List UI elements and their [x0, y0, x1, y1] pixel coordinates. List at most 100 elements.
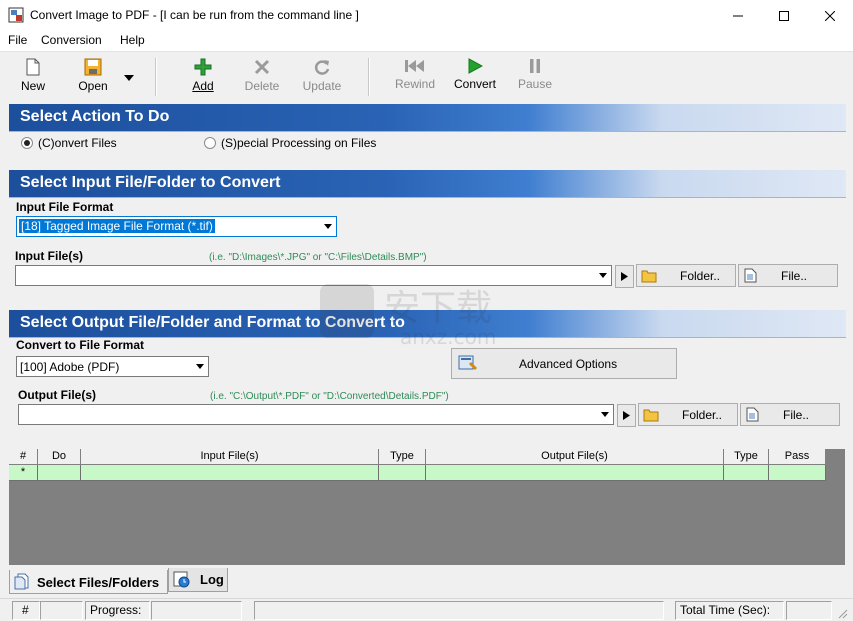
output-folder-button[interactable]: Folder.. — [638, 403, 738, 426]
toolbar-separator — [368, 58, 370, 96]
menu-conversion[interactable]: Conversion — [41, 33, 102, 47]
grid-cell[interactable] — [38, 465, 81, 481]
grid-header-output-type[interactable]: Type — [724, 449, 769, 465]
grid-cell[interactable] — [379, 465, 426, 481]
chevron-down-icon[interactable] — [192, 357, 208, 376]
input-browse-arrow-button[interactable] — [615, 265, 634, 288]
new-label: New — [20, 79, 45, 93]
chevron-down-icon[interactable] — [320, 217, 336, 236]
total-time-label: Total Time (Sec): — [680, 603, 771, 617]
delete-label: Delete — [244, 79, 280, 93]
files-icon — [14, 573, 29, 590]
close-button[interactable] — [807, 0, 853, 31]
grid-header-do[interactable]: Do — [38, 449, 81, 465]
open-icon — [84, 58, 102, 76]
input-format-label: Input File Format — [16, 200, 114, 214]
grid-header-output-files[interactable]: Output File(s) — [426, 449, 724, 465]
status-progress-label-box: Progress: — [85, 601, 150, 620]
convert-files-radio[interactable] — [21, 137, 33, 149]
total-time-value-box — [786, 601, 832, 620]
status-number-label: # — [22, 603, 29, 617]
status-message-box — [254, 601, 664, 620]
grid-cell[interactable] — [426, 465, 724, 481]
grid-header-pass[interactable]: Pass — [769, 449, 826, 465]
input-section-title: Select Input File/Folder to Convert — [20, 174, 281, 191]
tab-log[interactable]: Log — [168, 568, 228, 592]
output-format-select[interactable]: [100] Adobe (PDF) — [16, 356, 209, 377]
progress-label: Progress: — [90, 603, 142, 617]
chevron-down-icon[interactable] — [597, 405, 613, 424]
input-format-value: [18] Tagged Image File Format (*.tif) — [19, 219, 215, 233]
status-count-box — [40, 601, 83, 620]
convert-files-label[interactable]: (C)onvert Files — [38, 136, 117, 150]
file-grid[interactable]: # Do Input File(s) Type Output File(s) T… — [9, 449, 845, 565]
refresh-icon — [314, 60, 330, 75]
input-folder-button[interactable]: Folder.. — [636, 264, 736, 287]
menu-help[interactable]: Help — [120, 33, 145, 47]
tab-select-files-label: Select Files/Folders — [37, 575, 160, 590]
watermark-text: 安下载 — [384, 288, 492, 329]
rewind-button[interactable]: Rewind — [389, 56, 441, 100]
maximize-button[interactable] — [761, 0, 807, 31]
app-icon — [8, 7, 24, 23]
grid-cell[interactable] — [769, 465, 826, 481]
input-format-select[interactable]: [18] Tagged Image File Format (*.tif) — [16, 216, 337, 237]
action-section-title: Select Action To Do — [20, 108, 170, 125]
output-files-hint: (i.e. "C:\Output\*.PDF" or "D:\Converted… — [210, 391, 449, 402]
output-files-combo[interactable] — [18, 404, 614, 425]
menu-file[interactable]: File — [8, 33, 27, 47]
advanced-options-button[interactable]: Advanced Options — [451, 348, 677, 379]
rewind-icon — [405, 60, 424, 72]
watermark-sub: anxz.com — [400, 325, 496, 348]
grid-cell[interactable] — [81, 465, 379, 481]
new-document-icon — [26, 58, 40, 76]
output-format-label: Convert to File Format — [16, 338, 145, 352]
grid-cell[interactable] — [724, 465, 769, 481]
status-number-box: # — [12, 601, 40, 620]
grid-header-input-files[interactable]: Input File(s) — [81, 449, 379, 465]
input-files-label: Input File(s) — [15, 249, 83, 263]
tab-log-label: Log — [200, 572, 224, 587]
convert-button[interactable]: Convert — [449, 56, 501, 100]
special-processing-radio[interactable] — [204, 137, 216, 149]
output-browse-arrow-button[interactable] — [617, 404, 636, 427]
action-panel: (C)onvert Files (S)pecial Processing on … — [9, 132, 846, 160]
output-format-value: [100] Adobe (PDF) — [20, 360, 120, 374]
plus-icon — [194, 58, 212, 76]
total-time-label-box: Total Time (Sec): — [675, 601, 784, 620]
open-dropdown-arrow[interactable] — [124, 70, 134, 84]
output-file-button[interactable]: File.. — [740, 403, 840, 426]
add-label: Add — [192, 79, 214, 93]
grid-header-input-type[interactable]: Type — [379, 449, 426, 465]
delete-x-icon — [254, 59, 270, 75]
title-bar: Convert Image to PDF - [I can be run fro… — [0, 0, 853, 31]
toolbar: New Open Add Delete Update Rewind Conver… — [0, 51, 853, 101]
update-button[interactable]: Update — [296, 56, 348, 100]
add-button[interactable]: Add — [177, 56, 229, 100]
output-file-label: File.. — [783, 408, 810, 422]
resize-grip-icon[interactable] — [836, 607, 848, 619]
toolbar-separator — [155, 58, 157, 96]
log-clock-icon — [173, 571, 190, 588]
input-folder-label: Folder.. — [680, 269, 721, 283]
delete-button[interactable]: Delete — [236, 56, 288, 100]
input-section-header: Select Input File/Folder to Convert — [9, 170, 846, 198]
minimize-button[interactable] — [715, 0, 761, 31]
special-processing-label[interactable]: (S)pecial Processing on Files — [221, 136, 376, 150]
play-icon — [468, 58, 483, 74]
grid-header-number[interactable]: # — [9, 449, 38, 465]
open-label: Open — [78, 79, 108, 93]
file-icon — [746, 407, 759, 422]
new-button[interactable]: New — [7, 56, 59, 100]
input-files-hint: (i.e. "D:\Images\*.JPG" or "C:\Files\Det… — [209, 252, 427, 263]
chevron-down-icon[interactable] — [595, 266, 611, 285]
input-file-button[interactable]: File.. — [738, 264, 838, 287]
pause-button[interactable]: Pause — [509, 56, 561, 100]
tab-select-files[interactable]: Select Files/Folders — [9, 570, 168, 594]
output-folder-label: Folder.. — [682, 408, 723, 422]
grid-new-row-marker[interactable]: * — [9, 465, 38, 481]
status-bar: # Progress: Total Time (Sec): — [0, 598, 853, 621]
convert-label: Convert — [453, 77, 497, 91]
menu-bar: File Conversion Help — [0, 31, 853, 51]
open-button[interactable]: Open — [67, 56, 119, 100]
